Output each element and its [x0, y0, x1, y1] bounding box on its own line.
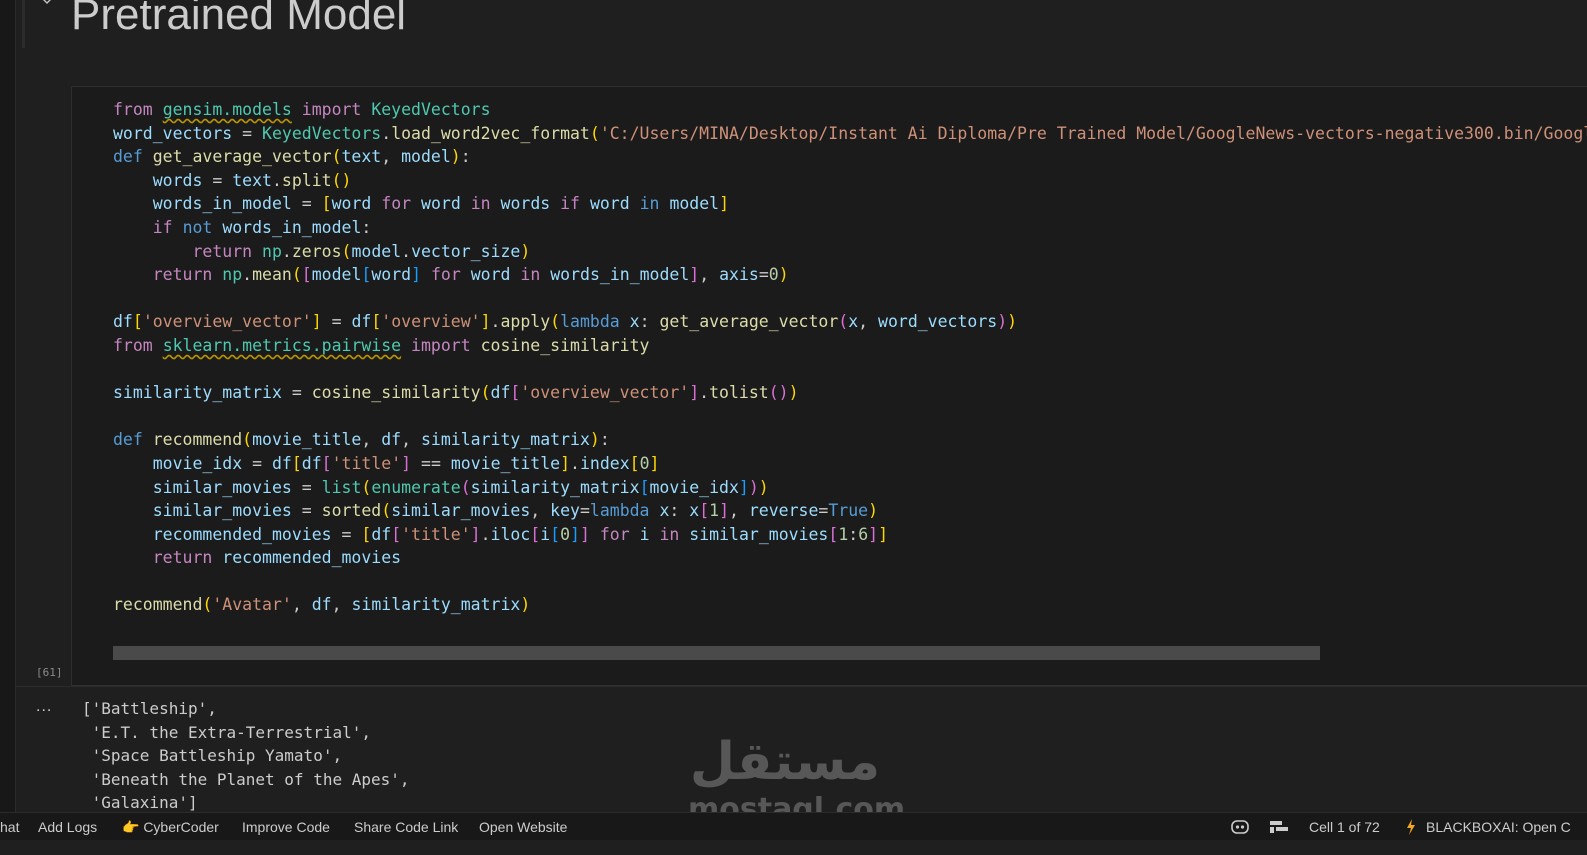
markdown-heading: Pretrained Model — [71, 0, 407, 39]
code-line-11: from sklearn.metrics.pairwise import cos… — [113, 335, 650, 355]
code-line-20: return recommended_movies — [152, 548, 402, 568]
status-cybercoder[interactable]: 👉 CyberCoder — [122, 819, 219, 836]
execution-count: [61] — [36, 666, 63, 679]
bottom-strip — [0, 840, 1587, 855]
code-line-6: if not words_in_model: — [152, 217, 372, 237]
status-blackbox[interactable]: BLACKBOXAI: Open C — [1426, 819, 1571, 835]
output-line: 'Beneath the Planet of the Apes', — [82, 769, 410, 789]
code-line-5: words_in_model = [word for word in words… — [152, 194, 730, 214]
chevron-down-icon[interactable] — [40, 0, 54, 8]
status-cell-position[interactable]: Cell 1 of 72 — [1309, 819, 1380, 835]
code-line-22: recommend('Avatar', df, similarity_matri… — [113, 595, 531, 615]
status-chat[interactable]: hat — [0, 819, 19, 835]
code-editor-text[interactable]: from gensim.models import KeyedVectors w… — [113, 98, 1587, 617]
status-share-code-link[interactable]: Share Code Link — [354, 819, 458, 835]
lightning-icon — [1407, 819, 1415, 835]
horizontal-scrollbar[interactable] — [113, 646, 1320, 660]
code-line-8: return np.mean([model[word] for word in … — [152, 265, 789, 285]
status-bar: hat Add Logs 👉 CyberCoder Improve Code S… — [0, 812, 1587, 841]
code-line-1: from gensim.models import KeyedVectors — [113, 100, 491, 119]
code-line-17: similar_movies = list(enumerate(similari… — [152, 477, 769, 497]
code-line-7: return np.zeros(model.vector_size) — [192, 241, 531, 261]
output-menu-button[interactable]: ... — [36, 698, 52, 716]
status-improve-code[interactable]: Improve Code — [242, 819, 330, 835]
watermark-arabic: مستقل — [689, 732, 881, 792]
activity-gutter — [0, 0, 16, 812]
code-line-3: def get_average_vector(text, model): — [113, 147, 471, 167]
output-line: 'Space Battleship Yamato', — [82, 746, 343, 766]
code-line-4: words = text.split() — [152, 170, 352, 190]
code-line-13: similarity_matrix = cosine_similarity(df… — [113, 383, 799, 403]
output-line: ['Battleship', — [82, 699, 217, 718]
kernel-icon[interactable] — [1269, 819, 1289, 835]
code-line-10: df['overview_vector'] = df['overview'].a… — [113, 312, 1018, 332]
status-open-website[interactable]: Open Website — [479, 819, 567, 835]
output-divider — [15, 686, 1587, 687]
output-line: 'E.T. the Extra-Terrestrial', — [82, 722, 371, 742]
status-add-logs[interactable]: Add Logs — [38, 819, 97, 835]
code-line-18: similar_movies = sorted(similar_movies, … — [152, 501, 879, 521]
code-line-15: def recommend(movie_title, df, similarit… — [113, 430, 610, 450]
cell-output: ['Battleship', 'E.T. the Extra-Terrestri… — [82, 697, 410, 815]
code-line-2: word_vectors = KeyedVectors.load_word2ve… — [113, 123, 1587, 143]
markdown-cell-gutter — [22, 0, 25, 48]
copilot-icon[interactable] — [1230, 818, 1250, 836]
code-line-19: recommended_movies = [df['title'].iloc[i… — [152, 524, 888, 544]
code-line-16: movie_idx = df[df['title'] == movie_titl… — [152, 453, 660, 473]
output-line: 'Galaxina'] — [82, 793, 198, 813]
